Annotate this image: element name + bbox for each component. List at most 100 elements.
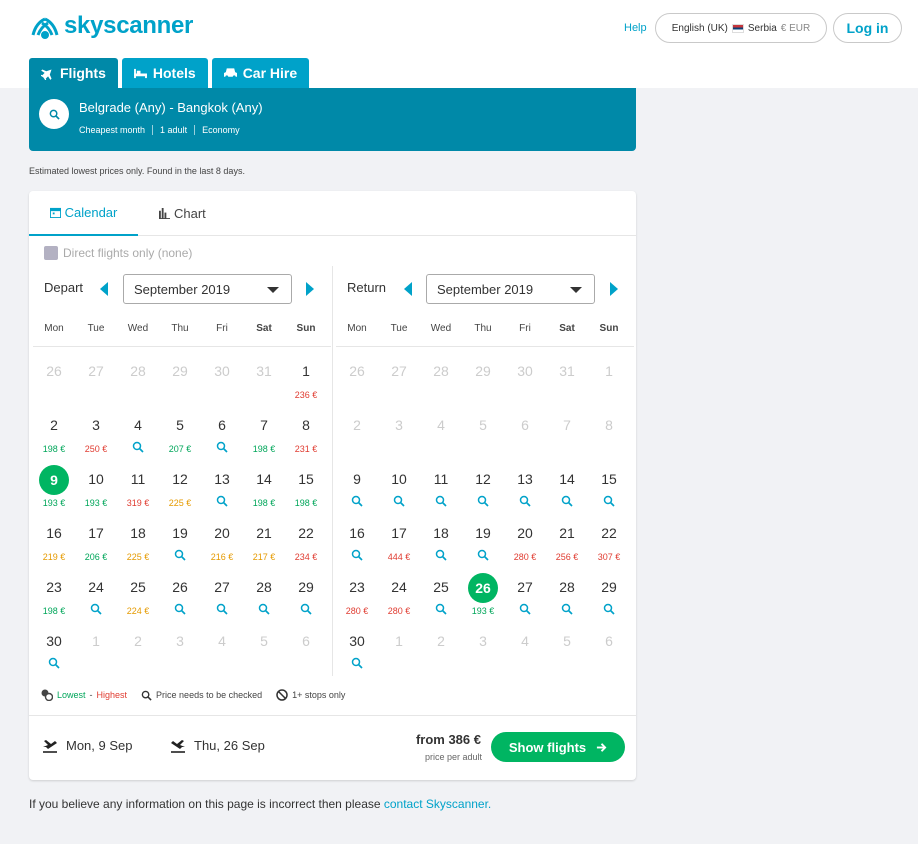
return-prev-month-arrow-icon[interactable] <box>404 282 412 296</box>
depart-day-cell[interactable]: 15 198 € <box>285 457 327 511</box>
depart-day-cell[interactable]: 22 234 € <box>285 511 327 565</box>
return-day-cell[interactable]: 14 <box>546 457 588 511</box>
search-button[interactable] <box>39 99 69 129</box>
day-number: 13 <box>517 471 533 487</box>
depart-day-cell[interactable]: 10 193 € <box>75 457 117 511</box>
return-day-cell[interactable]: 23 280 € <box>336 565 378 619</box>
search-summary-bar[interactable]: Belgrade (Any) - Bangkok (Any) Cheapest … <box>29 88 636 151</box>
depart-day-cell[interactable]: 23 198 € <box>33 565 75 619</box>
depart-month-select[interactable]: September 2019 <box>123 274 292 304</box>
day-number: 28 <box>433 363 449 379</box>
depart-day-cell[interactable]: 11 319 € <box>117 457 159 511</box>
show-flights-button[interactable]: Show flights <box>491 732 625 762</box>
depart-day-cell[interactable]: 28 <box>243 565 285 619</box>
depart-day-cell[interactable]: 6 <box>201 403 243 457</box>
calendar-divider <box>332 266 333 676</box>
depart-day-cell: 29 <box>159 349 201 403</box>
depart-day-cell[interactable]: 7 198 € <box>243 403 285 457</box>
depart-day-cell[interactable]: 4 <box>117 403 159 457</box>
skyscanner-logo[interactable]: skyscanner <box>30 12 193 40</box>
return-day-cell[interactable]: 24 280 € <box>378 565 420 619</box>
return-day-cell: 26 <box>336 349 378 403</box>
return-day-cell[interactable]: 21 256 € <box>546 511 588 565</box>
check-price-search-icon <box>300 603 312 615</box>
depart-day-cell[interactable]: 5 207 € <box>159 403 201 457</box>
return-day-cell[interactable]: 22 307 € <box>588 511 630 565</box>
depart-day-cell[interactable]: 13 <box>201 457 243 511</box>
return-day-cell[interactable]: 18 <box>420 511 462 565</box>
return-day-cell[interactable]: 17 444 € <box>378 511 420 565</box>
depart-day-cell[interactable]: 18 225 € <box>117 511 159 565</box>
depart-next-month-arrow-icon[interactable] <box>306 282 314 296</box>
depart-day-cell[interactable]: 30 <box>33 619 75 673</box>
depart-day-cell[interactable]: 14 198 € <box>243 457 285 511</box>
legend-check-label: Price needs to be checked <box>156 690 263 700</box>
return-day-cell[interactable]: 19 <box>462 511 504 565</box>
return-selected-day[interactable]: 26 193 € <box>462 565 504 619</box>
weekday-label: Wed <box>127 323 149 334</box>
day-number: 27 <box>214 579 230 595</box>
depart-day-cell[interactable]: 17 206 € <box>75 511 117 565</box>
depart-day-cell[interactable]: 24 <box>75 565 117 619</box>
return-next-month-arrow-icon[interactable] <box>610 282 618 296</box>
depart-day-cell[interactable]: 25 224 € <box>117 565 159 619</box>
depart-day-cell[interactable]: 16 219 € <box>33 511 75 565</box>
depart-day-cell[interactable]: 3 250 € <box>75 403 117 457</box>
depart-day-cell[interactable]: 21 217 € <box>243 511 285 565</box>
tab-hotels[interactable]: Hotels <box>121 58 208 88</box>
return-day-cell[interactable]: 16 <box>336 511 378 565</box>
depart-prev-month-arrow-icon[interactable] <box>100 282 108 296</box>
depart-day-cell[interactable]: 8 231 € <box>285 403 327 457</box>
depart-day-cell[interactable]: 19 <box>159 511 201 565</box>
depart-day-cell[interactable]: 29 <box>285 565 327 619</box>
return-day-cell[interactable]: 10 <box>378 457 420 511</box>
day-price: 307 € <box>597 552 621 562</box>
day-number: 6 <box>218 417 226 433</box>
return-month-select[interactable]: September 2019 <box>426 274 595 304</box>
tab-calendar[interactable]: Calendar <box>29 191 138 236</box>
day-number: 12 <box>172 471 188 487</box>
depart-day-cell[interactable]: 2 198 € <box>33 403 75 457</box>
return-day-cell[interactable]: 12 <box>462 457 504 511</box>
return-calendar: Return September 2019 Mon Tue Wed Thu Fri Sat… <box>336 266 634 669</box>
depart-day-cell[interactable]: 27 <box>201 565 243 619</box>
tab-car-hire[interactable]: Car Hire <box>211 58 310 88</box>
return-day-cell[interactable]: 25 <box>420 565 462 619</box>
depart-day-cell[interactable]: 26 <box>159 565 201 619</box>
depart-weekday-row: Mon Tue Wed Thu Fri Sat Sun <box>33 323 331 347</box>
depart-day-cell[interactable]: 12 225 € <box>159 457 201 511</box>
login-button[interactable]: Log in <box>833 13 902 43</box>
depart-day-cell[interactable]: 1 236 € <box>285 349 327 403</box>
day-number: 31 <box>256 363 272 379</box>
locale-selector[interactable]: English (UK) Serbia € EUR <box>655 13 827 43</box>
return-day-cell[interactable]: 9 <box>336 457 378 511</box>
return-day-cell: 4 <box>420 403 462 457</box>
tab-flights[interactable]: Flights <box>29 58 118 88</box>
day-number: 21 <box>559 525 575 541</box>
tab-chart[interactable]: Chart <box>159 191 206 235</box>
return-day-cell[interactable]: 27 <box>504 565 546 619</box>
day-number: 5 <box>479 417 487 433</box>
country-label: Serbia <box>747 22 777 34</box>
help-link[interactable]: Help <box>624 22 647 34</box>
return-day-cell[interactable]: 29 <box>588 565 630 619</box>
direct-flights-filter[interactable]: Direct flights only (none) <box>44 246 192 260</box>
no-direct-icon <box>276 689 288 701</box>
price-legend: Lowest - Highest Price needs to be check… <box>41 689 353 701</box>
legend-price-range: Lowest - Highest <box>41 689 127 701</box>
direct-flights-checkbox[interactable] <box>44 246 58 260</box>
search-icon <box>141 690 152 701</box>
day-number: 10 <box>391 471 407 487</box>
return-day-cell[interactable]: 11 <box>420 457 462 511</box>
depart-day-cell[interactable]: 20 216 € <box>201 511 243 565</box>
return-day-cell: 1 <box>588 349 630 403</box>
check-price-search-icon <box>561 495 573 507</box>
return-day-cell[interactable]: 13 <box>504 457 546 511</box>
contact-skyscanner-link[interactable]: contact Skyscanner. <box>384 797 491 811</box>
depart-selected-day[interactable]: 9 193 € <box>33 457 75 511</box>
return-day-cell[interactable]: 30 <box>336 619 378 673</box>
weekday-label: Mon <box>44 323 64 334</box>
return-day-cell[interactable]: 28 <box>546 565 588 619</box>
return-day-cell[interactable]: 20 280 € <box>504 511 546 565</box>
return-day-cell[interactable]: 15 <box>588 457 630 511</box>
